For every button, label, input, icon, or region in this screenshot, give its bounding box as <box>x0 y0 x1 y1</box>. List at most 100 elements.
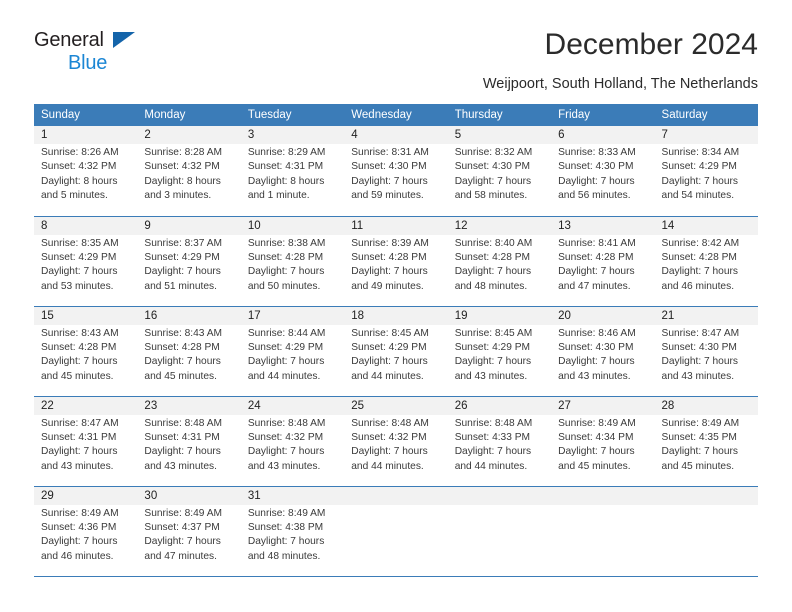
sunrise-text: Sunrise: 8:39 AM <box>351 237 429 249</box>
weekday-header-saturday: Saturday <box>654 104 758 126</box>
calendar-day-cell[interactable]: 2 Sunrise: 8:28 AM Sunset: 4:32 PM Dayli… <box>137 126 241 216</box>
sunrise-text: Sunrise: 8:43 AM <box>41 327 119 339</box>
daylight-text-line2: and 43 minutes. <box>41 460 114 472</box>
daylight-text-line1: Daylight: 7 hours <box>351 266 428 278</box>
calendar-day-cell[interactable]: 26 Sunrise: 8:48 AM Sunset: 4:33 PM Dayl… <box>447 395 552 486</box>
day-number: 31 <box>240 486 345 505</box>
day-details: Sunrise: 8:48 AM Sunset: 4:32 PM Dayligh… <box>344 415 447 475</box>
sunrise-text: Sunrise: 8:45 AM <box>351 327 429 339</box>
daylight-text-line1: Daylight: 7 hours <box>558 266 635 278</box>
day-details: Sunrise: 8:35 AM Sunset: 4:29 PM Dayligh… <box>34 235 137 295</box>
calendar-day-cell[interactable]: 25 Sunrise: 8:48 AM Sunset: 4:32 PM Dayl… <box>344 395 448 486</box>
weekday-header-row: Sunday Monday Tuesday Wednesday Thursday… <box>34 104 758 126</box>
calendar-day-cell[interactable]: 5 Sunrise: 8:32 AM Sunset: 4:30 PM Dayli… <box>447 126 552 216</box>
calendar-day-cell[interactable]: 23 Sunrise: 8:48 AM Sunset: 4:31 PM Dayl… <box>137 395 241 486</box>
calendar-week-row: 15 Sunrise: 8:43 AM Sunset: 4:28 PM Dayl… <box>34 305 758 396</box>
sunset-text: Sunset: 4:30 PM <box>558 341 634 353</box>
daylight-text-line1: Daylight: 8 hours <box>41 175 118 187</box>
calendar-day-cell[interactable]: 16 Sunrise: 8:43 AM Sunset: 4:28 PM Dayl… <box>137 305 241 396</box>
calendar-day-cell[interactable]: 19 Sunrise: 8:45 AM Sunset: 4:29 PM Dayl… <box>447 305 552 396</box>
calendar-day-cell[interactable]: 11 Sunrise: 8:39 AM Sunset: 4:28 PM Dayl… <box>344 215 448 306</box>
sunrise-text: Sunrise: 8:48 AM <box>247 417 326 429</box>
day-details: Sunrise: 8:49 AM Sunset: 4:34 PM Dayligh… <box>551 415 654 475</box>
day-number: 15 <box>34 306 138 325</box>
calendar-day-cell-empty <box>654 485 758 577</box>
calendar-day-cell[interactable]: 30 Sunrise: 8:49 AM Sunset: 4:37 PM Dayl… <box>137 485 241 577</box>
day-number: 3 <box>240 126 345 144</box>
daylight-text-line2: and 44 minutes. <box>351 370 424 382</box>
sunset-text: Sunset: 4:31 PM <box>41 431 117 443</box>
sunset-text: Sunset: 4:31 PM <box>144 431 220 443</box>
daylight-text-line1: Daylight: 7 hours <box>247 446 325 458</box>
day-details: Sunrise: 8:29 AM Sunset: 4:31 PM Dayligh… <box>241 144 344 204</box>
calendar-day-cell[interactable]: 7 Sunrise: 8:34 AM Sunset: 4:29 PM Dayli… <box>654 126 758 216</box>
calendar-day-cell[interactable]: 15 Sunrise: 8:43 AM Sunset: 4:28 PM Dayl… <box>34 305 138 396</box>
day-number: 13 <box>551 216 655 235</box>
sunset-text: Sunset: 4:28 PM <box>351 251 427 263</box>
daylight-text-line2: and 48 minutes. <box>247 550 321 562</box>
daylight-text-line2: and 51 minutes. <box>144 280 217 292</box>
sunrise-text: Sunrise: 8:35 AM <box>41 237 119 249</box>
calendar-day-cell[interactable]: 10 Sunrise: 8:38 AM Sunset: 4:28 PM Dayl… <box>240 215 345 306</box>
sunrise-text: Sunrise: 8:49 AM <box>661 417 740 429</box>
daylight-text-line1: Daylight: 7 hours <box>454 446 532 458</box>
calendar-day-cell[interactable]: 13 Sunrise: 8:41 AM Sunset: 4:28 PM Dayl… <box>551 215 655 306</box>
day-number: 28 <box>654 396 758 415</box>
sunrise-text: Sunrise: 8:28 AM <box>144 147 223 158</box>
weekday-header-tuesday: Tuesday <box>240 104 345 126</box>
sunrise-text: Sunrise: 8:38 AM <box>247 237 326 249</box>
calendar-day-cell[interactable]: 18 Sunrise: 8:45 AM Sunset: 4:29 PM Dayl… <box>344 305 448 396</box>
calendar-day-cell[interactable]: 3 Sunrise: 8:29 AM Sunset: 4:31 PM Dayli… <box>240 126 345 216</box>
calendar-day-cell[interactable]: 14 Sunrise: 8:42 AM Sunset: 4:28 PM Dayl… <box>654 215 758 306</box>
day-number: 20 <box>551 306 655 325</box>
calendar-day-cell[interactable]: 1 Sunrise: 8:26 AM Sunset: 4:32 PM Dayli… <box>34 126 138 216</box>
daylight-text-line1: Daylight: 8 hours <box>144 175 221 187</box>
calendar-week-row: 8 Sunrise: 8:35 AM Sunset: 4:29 PM Dayli… <box>34 215 758 306</box>
calendar-day-cell[interactable]: 31 Sunrise: 8:49 AM Sunset: 4:38 PM Dayl… <box>240 485 345 577</box>
day-number: 8 <box>34 216 138 235</box>
logo-text-blue: Blue <box>68 52 108 74</box>
calendar-day-cell[interactable]: 22 Sunrise: 8:47 AM Sunset: 4:31 PM Dayl… <box>34 395 138 486</box>
day-number: 6 <box>551 126 655 144</box>
calendar-day-cell[interactable]: 8 Sunrise: 8:35 AM Sunset: 4:29 PM Dayli… <box>34 215 138 306</box>
calendar-day-cell[interactable]: 17 Sunrise: 8:44 AM Sunset: 4:29 PM Dayl… <box>240 305 345 396</box>
daylight-text-line2: and 43 minutes. <box>558 370 631 382</box>
daylight-text-line1: Daylight: 7 hours <box>351 446 428 458</box>
daylight-text-line1: Daylight: 7 hours <box>41 356 118 368</box>
day-number <box>551 486 655 505</box>
calendar-day-cell[interactable]: 27 Sunrise: 8:49 AM Sunset: 4:34 PM Dayl… <box>551 395 655 486</box>
calendar-day-cell[interactable]: 29 Sunrise: 8:49 AM Sunset: 4:36 PM Dayl… <box>34 485 138 577</box>
sunset-text: Sunset: 4:28 PM <box>41 341 117 353</box>
day-number: 14 <box>654 216 758 235</box>
day-number: 23 <box>137 396 241 415</box>
calendar-day-cell[interactable]: 9 Sunrise: 8:37 AM Sunset: 4:29 PM Dayli… <box>137 215 241 306</box>
calendar-day-cell[interactable]: 20 Sunrise: 8:46 AM Sunset: 4:30 PM Dayl… <box>551 305 655 396</box>
calendar-day-cell-empty <box>551 485 655 577</box>
calendar-weekday-header: Sunday Monday Tuesday Wednesday Thursday… <box>34 104 758 126</box>
calendar-day-cell-empty <box>344 485 448 577</box>
day-number: 5 <box>447 126 552 144</box>
calendar-day-cell[interactable]: 21 Sunrise: 8:47 AM Sunset: 4:30 PM Dayl… <box>654 305 758 396</box>
day-details: Sunrise: 8:38 AM Sunset: 4:28 PM Dayligh… <box>241 235 344 295</box>
sunset-text: Sunset: 4:30 PM <box>454 161 531 173</box>
day-details: Sunrise: 8:45 AM Sunset: 4:29 PM Dayligh… <box>344 325 447 385</box>
daylight-text-line1: Daylight: 7 hours <box>454 266 532 278</box>
day-details: Sunrise: 8:40 AM Sunset: 4:28 PM Dayligh… <box>448 235 551 295</box>
calendar-day-cell[interactable]: 6 Sunrise: 8:33 AM Sunset: 4:30 PM Dayli… <box>551 126 655 216</box>
sunrise-text: Sunrise: 8:47 AM <box>661 327 740 339</box>
daylight-text-line2: and 54 minutes. <box>661 190 735 202</box>
day-details: Sunrise: 8:41 AM Sunset: 4:28 PM Dayligh… <box>551 235 654 295</box>
daylight-text-line1: Daylight: 7 hours <box>144 446 221 458</box>
daylight-text-line2: and 56 minutes. <box>558 190 631 202</box>
weekday-header-friday: Friday <box>551 104 655 126</box>
calendar-day-cell[interactable]: 4 Sunrise: 8:31 AM Sunset: 4:30 PM Dayli… <box>344 126 448 216</box>
day-details: Sunrise: 8:43 AM Sunset: 4:28 PM Dayligh… <box>137 325 240 385</box>
calendar-day-cell[interactable]: 24 Sunrise: 8:48 AM Sunset: 4:32 PM Dayl… <box>240 395 345 486</box>
calendar-day-cell[interactable]: 12 Sunrise: 8:40 AM Sunset: 4:28 PM Dayl… <box>447 215 552 306</box>
daylight-text-line1: Daylight: 7 hours <box>247 356 325 368</box>
day-number: 24 <box>240 396 345 415</box>
sunset-text: Sunset: 4:30 PM <box>558 161 634 173</box>
daylight-text-line1: Daylight: 7 hours <box>351 356 428 368</box>
day-details: Sunrise: 8:37 AM Sunset: 4:29 PM Dayligh… <box>137 235 240 295</box>
calendar-day-cell[interactable]: 28 Sunrise: 8:49 AM Sunset: 4:35 PM Dayl… <box>654 395 758 486</box>
